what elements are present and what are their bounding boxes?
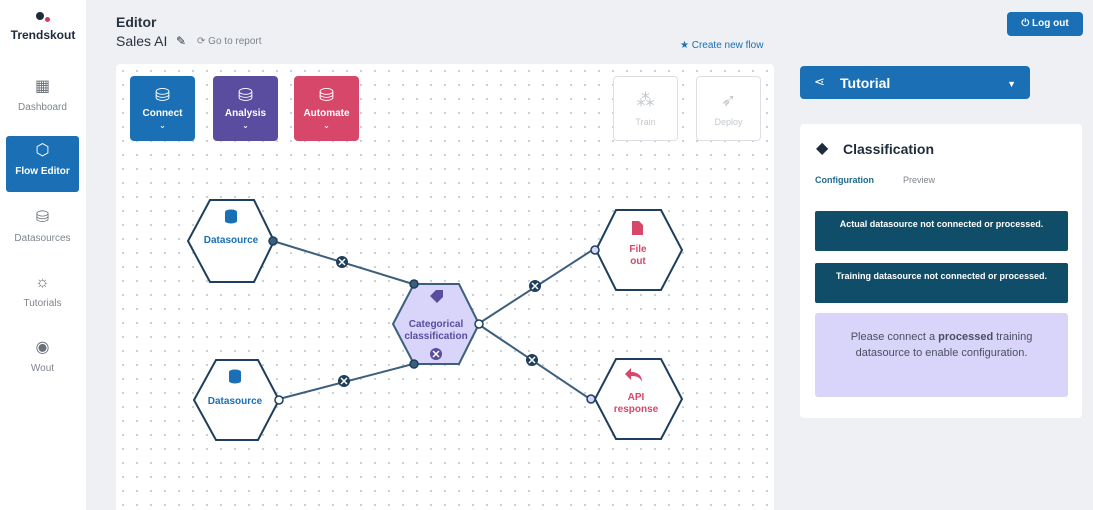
refresh-icon: ⟳ [197, 36, 209, 47]
sidebar-item-label: Dashboard [18, 102, 67, 113]
database-icon: ⛁ [35, 209, 50, 226]
port-handle [409, 359, 419, 369]
train-button[interactable]: ⁂ Train [613, 76, 678, 141]
edit-pencil-icon[interactable]: ✎ [176, 34, 186, 48]
section-title: Editor [116, 14, 157, 30]
node-delete-icon [430, 348, 442, 360]
go-to-report-label: Go to report [208, 36, 262, 47]
node-config-panel: ◆ Classification Configuration Preview A… [800, 124, 1082, 418]
node-file-out: File out [594, 209, 684, 291]
edge-delete-icon [336, 256, 348, 268]
node-label: classification [404, 331, 467, 342]
node-label: File [629, 244, 647, 255]
node-api-response: API response [593, 358, 684, 440]
database-add-icon: ⛁ [154, 85, 171, 105]
chevron-down-icon: ⌄ [159, 121, 166, 130]
brand-name: Trendskout [10, 28, 76, 42]
database-icon [229, 369, 241, 384]
connect-button[interactable]: ⛁ Connect ⌄ [130, 76, 195, 141]
sidebar-item-dashboard[interactable]: ▦ Dashboard [6, 72, 79, 128]
port-handle [274, 395, 284, 405]
automate-button[interactable]: ⛁ Automate ⌄ [294, 76, 359, 141]
node-categorical-classification: Categorical classification [391, 283, 481, 365]
lightbulb-icon: ☼ [35, 274, 50, 291]
sidebar-item-label: Datasources [14, 233, 71, 244]
flow-hexagon-icon: ⬡ [35, 142, 50, 159]
sidebar-item-tutorials[interactable]: ☼ Tutorials [6, 268, 79, 324]
tutorial-label: Tutorial [840, 75, 891, 91]
port-handle [409, 279, 419, 289]
train-label: Train [635, 117, 656, 127]
flow-name: Sales AI [116, 33, 168, 49]
sidebar-item-flow-editor[interactable]: ⬡ Flow Editor [6, 136, 79, 192]
panel-title: Classification [843, 141, 935, 157]
create-new-flow-label: Create new flow [691, 40, 764, 51]
flow-canvas[interactable]: Datasource Datasource Categorical classi… [116, 64, 774, 510]
node-label: response [614, 404, 659, 415]
database-settings-icon: ⛁ [237, 85, 254, 105]
edge-delete-icon [526, 354, 538, 366]
deploy-button[interactable]: ➶ Deploy [696, 76, 761, 141]
edge-delete-icon [529, 280, 541, 292]
sidebar-item-user[interactable]: ◉ Wout [6, 333, 79, 389]
tag-icon: ◆ [816, 140, 829, 157]
node-label: Datasource [204, 235, 259, 246]
sidebar-item-label: Tutorials [23, 298, 62, 309]
info-bold: processed [938, 331, 994, 343]
node-label: Categorical [409, 319, 464, 330]
logo-mark-icon [33, 8, 53, 24]
chevron-down-icon: ⌄ [242, 121, 249, 130]
deploy-label: Deploy [714, 117, 743, 127]
node-label: Datasource [208, 396, 263, 407]
info-prefix: Please connect a [850, 331, 939, 343]
rocket-icon: ➶ [720, 90, 737, 110]
node-datasource-bottom: Datasource [192, 359, 281, 441]
node-label: API [628, 392, 645, 403]
logout-label: Log out [1032, 18, 1069, 29]
analysis-label: Analysis [224, 108, 267, 119]
power-icon: ⏻ [1021, 18, 1033, 29]
tab-configuration[interactable]: Configuration [815, 175, 874, 185]
sidebar-item-datasources[interactable]: ⛁ Datasources [6, 203, 79, 259]
brand-logo[interactable]: Trendskout [0, 8, 86, 42]
warning-training-datasource: Training datasource not connected or pro… [815, 263, 1068, 303]
sidebar: Trendskout ▦ Dashboard ⬡ Flow Editor ⛁ D… [0, 0, 86, 510]
sidebar-item-label: Flow Editor [15, 166, 70, 177]
logout-button[interactable]: ⏻ Log out [1007, 12, 1083, 36]
warning-actual-datasource: Actual datasource not connected or proce… [815, 211, 1068, 251]
train-pyramid-icon: ⁂ [636, 90, 655, 110]
port-handle [268, 236, 278, 246]
analysis-button[interactable]: ⛁ Analysis ⌄ [213, 76, 278, 141]
tab-preview[interactable]: Preview [903, 175, 935, 185]
connect-label: Connect [142, 108, 183, 119]
port-handle [590, 245, 600, 255]
go-to-report-link[interactable]: ⟳ Go to report [197, 36, 262, 47]
create-new-flow-link[interactable]: ★ Create new flow [680, 40, 763, 51]
chevron-down-icon: ▼ [1007, 79, 1016, 89]
database-icon [225, 209, 237, 224]
database-upload-icon: ⛁ [318, 85, 335, 105]
dashboard-grid-icon: ▦ [34, 78, 51, 95]
sidebar-item-label: Wout [30, 363, 55, 374]
share-icon: ⋖ [814, 74, 825, 89]
user-avatar-icon: ◉ [35, 339, 50, 356]
port-handle [586, 394, 596, 404]
tutorial-dropdown[interactable]: ⋖ Tutorial ▼ [800, 66, 1030, 99]
chevron-down-icon: ⌄ [323, 121, 330, 130]
edge-delete-icon [338, 375, 350, 387]
node-label: out [630, 256, 646, 267]
port-handle [474, 319, 484, 329]
automate-label: Automate [303, 108, 350, 119]
node-datasource-top: Datasource [186, 199, 276, 283]
info-message: Please connect a processed training data… [815, 313, 1068, 397]
star-icon: ★ [680, 40, 692, 51]
